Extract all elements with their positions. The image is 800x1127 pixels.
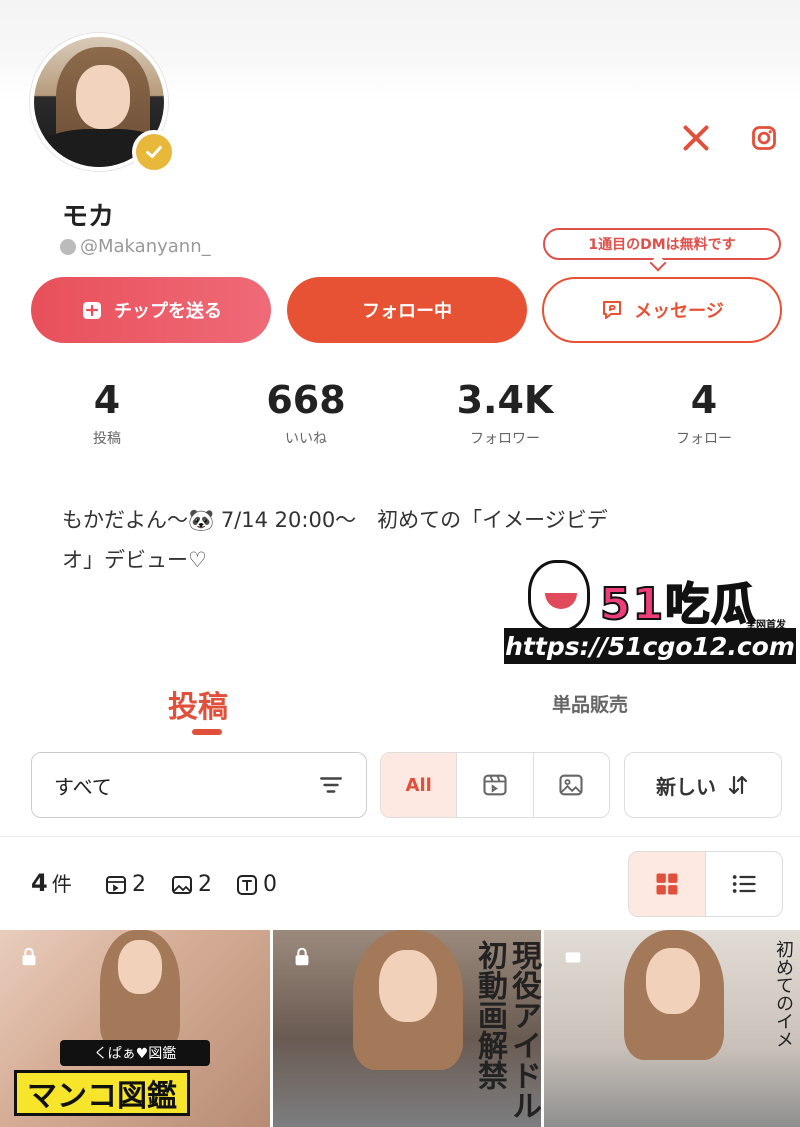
list-icon (732, 875, 756, 893)
thumb1-face (118, 940, 162, 994)
image-count-value: 2 (198, 872, 212, 897)
text-count-value: 0 (263, 872, 277, 897)
thumb1-caption: マンコ図鑑 (14, 1070, 190, 1116)
view-mode-toggle (628, 851, 783, 917)
type-all-button[interactable]: All (381, 753, 458, 817)
following-label: フォロー中 (362, 301, 452, 322)
profile-handle: @Makanyann_ (60, 236, 211, 257)
message-label: メッセージ (634, 301, 724, 322)
post-thumbnail-3[interactable] (544, 930, 800, 1127)
stat-likes-label: いいね (285, 431, 327, 447)
content-filter-select[interactable]: すべて (31, 752, 367, 818)
image-count: 2 (170, 872, 212, 897)
dm-free-tooltip: 1通目のDMは無料です (543, 228, 781, 260)
stat-posts-value: 4 (93, 378, 121, 422)
image-count-icon (172, 875, 192, 894)
handle-icon (60, 238, 76, 255)
send-tip-button[interactable]: チップを送る (31, 277, 271, 343)
filter-select-value: すべて (54, 774, 112, 799)
stat-likes[interactable]: 668 いいね (236, 378, 376, 448)
stat-followers-label: フォロワー (470, 431, 540, 447)
filter-lines-icon (320, 777, 342, 793)
stat-posts-label: 投稿 (93, 431, 121, 447)
video-count: 2 (104, 872, 146, 897)
stat-followers-value: 3.4K (456, 378, 554, 422)
video-count-value: 2 (132, 872, 146, 897)
type-video-button[interactable] (457, 753, 534, 817)
type-image-button[interactable] (534, 753, 609, 817)
thumb1-subcaption: くぱぁ♥図鑑 (60, 1040, 210, 1066)
type-all-label: All (405, 774, 432, 796)
grid-view-button[interactable] (629, 852, 706, 916)
bio-line-1: もかだよん〜🐼 7/14 20:00〜 初めての「イメージビデ (62, 508, 608, 532)
stat-following-label: フォロー (676, 431, 732, 447)
video-badge-icon (565, 952, 581, 963)
sort-arrows-icon (728, 775, 748, 795)
image-icon (559, 774, 583, 796)
lock-icon (22, 947, 36, 966)
sort-order-button[interactable]: 新しい (624, 752, 782, 818)
thumb2-face (379, 950, 437, 1022)
profile-name: モカ (62, 202, 115, 232)
thumb1-caption-text: マンコ図鑑 (14, 1070, 190, 1116)
chat-icon (603, 301, 622, 319)
send-tip-label: チップを送る (114, 301, 222, 322)
text-count: 0 (235, 872, 277, 897)
message-button[interactable]: メッセージ (542, 277, 782, 343)
stat-likes-value: 668 (266, 378, 346, 422)
tab-posts[interactable]: 投稿 (168, 682, 228, 726)
section-divider (0, 836, 800, 837)
thumb3-face (646, 948, 700, 1014)
instagram-icon[interactable] (748, 122, 780, 154)
avatar-face (76, 65, 130, 129)
watermark-mascot-mouth (545, 593, 577, 609)
stat-following[interactable]: 4 フォロー (634, 378, 774, 448)
watermark-mascot-icon (528, 560, 590, 632)
post-count-unit: 件 (51, 872, 72, 896)
list-view-button[interactable] (706, 852, 782, 916)
verified-badge-icon (132, 130, 176, 174)
video-icon (483, 774, 507, 796)
post-count: 4 件 (31, 868, 72, 897)
thumb2-caption: 現役アイドル初動画解禁 (472, 940, 541, 1120)
text-count-icon (237, 874, 257, 895)
gift-icon (83, 302, 101, 319)
content-type-segment: All (380, 752, 610, 818)
following-button[interactable]: フォロー中 (287, 277, 527, 343)
post-count-value: 4 (31, 869, 48, 897)
stat-posts[interactable]: 4 投稿 (37, 378, 177, 448)
grid-icon (656, 873, 678, 895)
profile-handle-text: @Makanyann_ (80, 236, 211, 257)
watermark-url: https://51cgo12.com (504, 628, 796, 664)
stat-followers[interactable]: 3.4K フォロワー (435, 378, 575, 448)
tab-posts-indicator (192, 729, 222, 735)
sort-order-label: 新しい (656, 774, 716, 799)
video-count-icon (106, 875, 126, 894)
stat-following-value: 4 (690, 378, 718, 422)
thumb3-caption: 初めてのイメ (773, 940, 794, 1048)
tab-single-sales[interactable]: 単品販売 (552, 690, 628, 717)
watermark-title: 51吃瓜 (599, 578, 758, 631)
x-logo-icon[interactable] (680, 122, 712, 154)
lock-icon (295, 947, 309, 966)
watermark-overlay: 51吃瓜 全网首发 https://51cgo12.com (500, 560, 796, 665)
